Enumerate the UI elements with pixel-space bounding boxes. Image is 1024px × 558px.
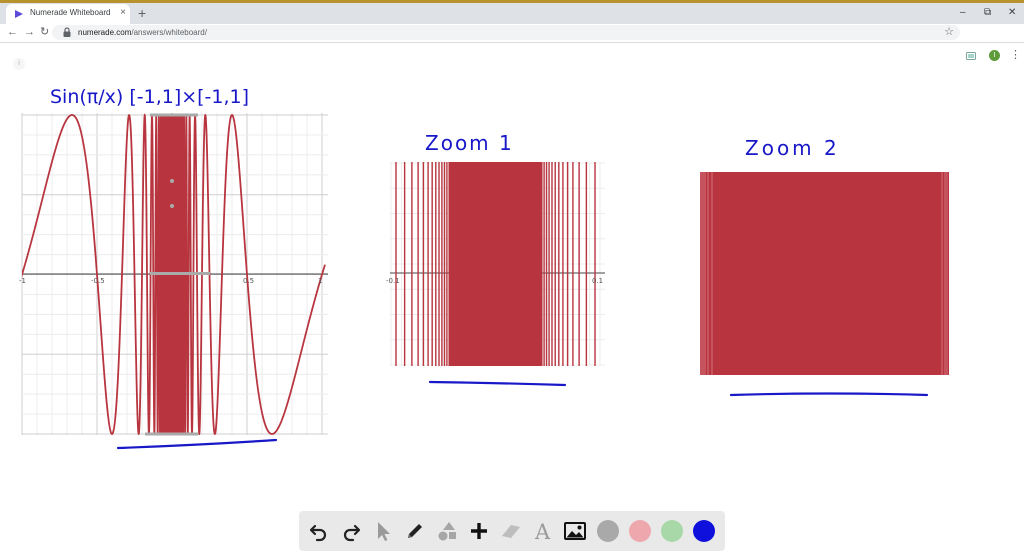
restore-button[interactable]: ⧉: [984, 7, 991, 19]
tick-label: 0.1: [592, 277, 603, 285]
browser-toolbar: ← → ↻ numerade.com/answers/whiteboard/ ☆…: [0, 24, 1024, 61]
undo-icon[interactable]: [307, 519, 331, 543]
zoom1-graph: -0.1 0.1: [386, 162, 605, 366]
text-icon[interactable]: A: [531, 519, 555, 543]
text-icon-glyph: A: [534, 520, 551, 543]
whiteboard-toolbar: A: [299, 511, 725, 551]
tick-label: -0.1: [386, 277, 400, 285]
main-graph: -1 -0.5 0.5 1: [19, 113, 328, 436]
image-icon[interactable]: [563, 519, 587, 543]
tab-close-icon[interactable]: ×: [120, 7, 126, 19]
zoom2-graph: [700, 172, 949, 375]
tab-title: Numerade Whiteboard: [30, 8, 111, 17]
bookmark-star-icon[interactable]: ☆: [944, 25, 954, 38]
tick-label: 1: [318, 277, 322, 285]
shapes-icon[interactable]: [435, 519, 459, 543]
back-button[interactable]: ←: [7, 25, 18, 39]
tick-label: 0.5: [243, 277, 254, 285]
zoom2-dense-region: [700, 172, 949, 375]
color-swatch[interactable]: [661, 520, 683, 542]
handwritten-title-zoom1: Zoom 1: [425, 131, 514, 155]
lock-icon: [63, 27, 71, 37]
underline-main: [116, 438, 278, 450]
url-host: numerade.com: [78, 28, 132, 37]
eraser-icon[interactable]: [499, 519, 523, 543]
numerade-logo-icon: [15, 10, 23, 18]
tab-numerade-whiteboard[interactable]: Numerade Whiteboard ×: [6, 4, 130, 24]
color-swatch[interactable]: [693, 520, 715, 542]
url-path: /answers/whiteboard/: [131, 28, 207, 37]
pencil-icon[interactable]: [403, 519, 427, 543]
zoom1-dense-band: [448, 162, 543, 366]
handwritten-title-main: Sin(π/x) [-1,1]×[-1,1]: [50, 86, 249, 108]
address-bar[interactable]: numerade.com/answers/whiteboard/ ☆: [52, 25, 960, 40]
pointer-icon[interactable]: [371, 519, 395, 543]
color-swatch[interactable]: [629, 520, 651, 542]
tick-label: -1: [19, 277, 26, 285]
graph-point: [170, 204, 174, 208]
color-swatch[interactable]: [597, 520, 619, 542]
whiteboard-canvas[interactable]: -1 -0.5 0.5 1 -0.1 0.1 Sin(π/x) [-1,1]×[…: [0, 43, 1024, 511]
tick-label: -0.5: [91, 277, 105, 285]
plus-icon[interactable]: [467, 519, 491, 543]
handwritten-title-zoom2: Zoom 2: [745, 136, 840, 160]
forward-button[interactable]: →: [24, 25, 35, 39]
underline-zoom1: [428, 380, 567, 387]
url-text: numerade.com/answers/whiteboard/: [78, 27, 207, 38]
graph-point: [170, 179, 174, 183]
tab-strip: Numerade Whiteboard × + – ⧉ ✕: [0, 3, 1024, 24]
new-tab-button[interactable]: +: [138, 5, 146, 21]
redo-icon[interactable]: [339, 519, 363, 543]
close-window-button[interactable]: ✕: [1008, 7, 1016, 19]
reload-button[interactable]: ↻: [40, 25, 49, 39]
underline-zoom2: [729, 392, 929, 397]
handwritten-annotations: [116, 380, 929, 450]
minimize-button[interactable]: –: [960, 7, 966, 19]
